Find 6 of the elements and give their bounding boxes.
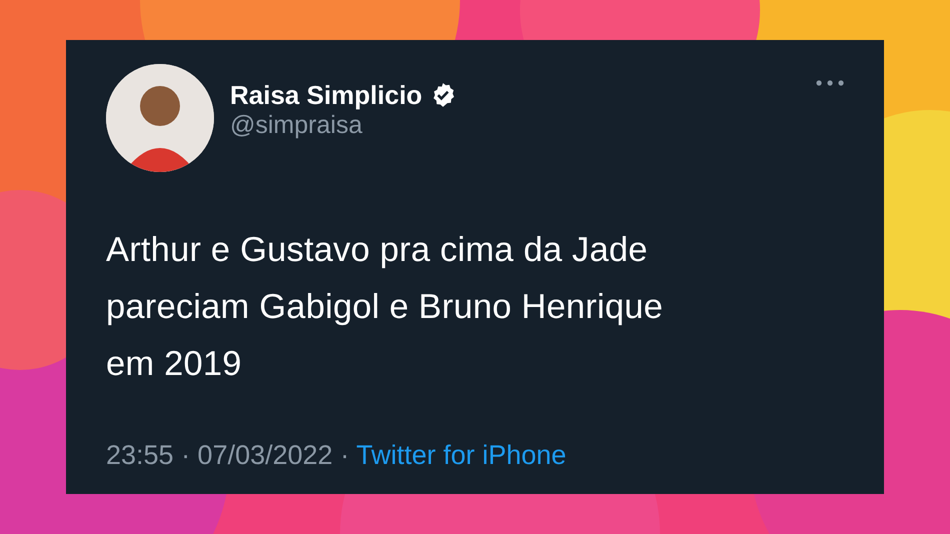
source-link[interactable]: Twitter for iPhone: [356, 440, 566, 470]
timestamp: 23:55 · 07/03/2022 ·: [106, 440, 350, 470]
user-handle: @simpraisa: [230, 110, 364, 140]
tweet-text: Arthur e Gustavo pra cima da Jade pareciam Gabigol e Bruno Henrique em 2019: [106, 230, 664, 385]
more-icon[interactable]: [816, 80, 844, 86]
display-name: Raisa Simplicio: [230, 80, 422, 110]
